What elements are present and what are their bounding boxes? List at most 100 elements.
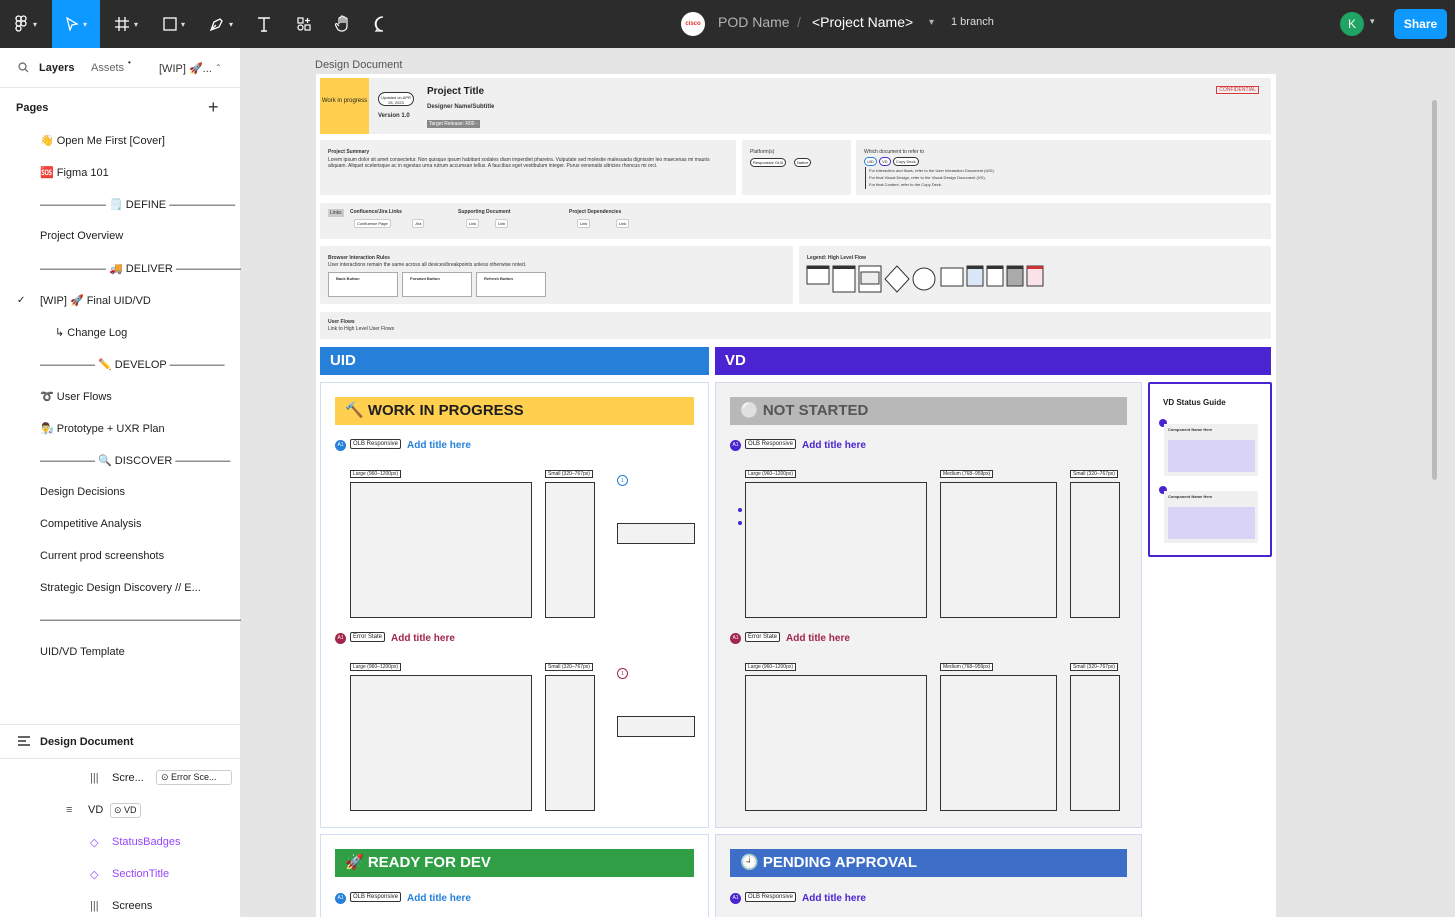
dependency-link[interactable]: Link [616, 219, 630, 228]
add-title-link[interactable]: Add title here [407, 893, 471, 904]
component-name: Component Name Here [1168, 427, 1213, 432]
large-screen-frame[interactable] [745, 482, 927, 618]
layer-status-badges[interactable]: StatusBadges [112, 836, 181, 848]
comment-icon [374, 16, 384, 32]
rule-card: Back Button [328, 272, 398, 297]
pen-icon [209, 18, 223, 32]
layer-design-document[interactable]: Design Document [40, 736, 134, 748]
page-item[interactable]: 🆘 Figma 101 [40, 166, 109, 179]
figma-menu-button[interactable]: ▾ [0, 0, 52, 48]
project-summary-card: Project Summary Lorem ipsum dolor sit am… [320, 140, 736, 195]
error-tag: Error State [350, 632, 386, 642]
frame-tool-button[interactable]: ▾ [108, 0, 144, 48]
text-tool-button[interactable] [250, 0, 278, 48]
current-page-dropdown[interactable]: [WIP] 🚀... [159, 62, 212, 75]
canvas[interactable]: Design Document Work in progress Updated… [241, 48, 1455, 917]
page-item[interactable]: [WIP] 🚀 Final UID/VD [40, 294, 151, 307]
shape-tool-button[interactable]: ▾ [156, 0, 192, 48]
page-item[interactable]: ————— 🔍 DISCOVER ————— [40, 454, 230, 467]
frame-icon [114, 17, 129, 31]
page-item[interactable]: Competitive Analysis [40, 518, 142, 530]
page-item[interactable]: UID/VD Template [40, 646, 125, 658]
legend-heading: Legend: High Level Flow [807, 255, 866, 261]
page-item[interactable]: Project Overview [40, 230, 123, 242]
share-button[interactable]: Share [1394, 9, 1447, 39]
confluence-link[interactable]: Confluence Page [354, 219, 391, 228]
annotation-dot [738, 508, 742, 512]
medium-screen-frame[interactable] [940, 675, 1057, 811]
move-tool-button[interactable]: ▾ [52, 0, 100, 48]
add-title-link[interactable]: Add title here [786, 633, 850, 644]
resources-tool-button[interactable] [290, 0, 318, 48]
small-screen-frame[interactable] [545, 482, 595, 618]
add-title-link[interactable]: Add title here [802, 440, 866, 451]
layer-variant-tag[interactable]: ⊙ VD [110, 803, 141, 818]
tab-layers[interactable]: Layers [39, 62, 74, 74]
project-name[interactable]: <Project Name> [812, 14, 913, 30]
page-item[interactable]: —————— 🗒️ DEFINE —————— [40, 198, 235, 211]
layer-section-title[interactable]: SectionTitle [112, 868, 169, 880]
pending-status-badge: 🕘 PENDING APPROVAL [730, 849, 1127, 877]
page-item[interactable]: ————— ✏️ DEVELOP ————— [40, 358, 225, 371]
supporting-heading: Supporting Document [458, 209, 511, 215]
design-document-frame[interactable]: Work in progress Updated on APR 25, 2023… [316, 74, 1276, 917]
layer-screens[interactable]: Screens [112, 900, 152, 912]
hand-tool-button[interactable] [329, 0, 357, 48]
which-document-card: Which document to refer to UID VD Copy D… [856, 140, 1271, 195]
chevron-down-icon[interactable]: ▾ [929, 17, 934, 28]
columns-icon: ||| [90, 900, 99, 912]
pen-tool-button[interactable]: ▾ [203, 0, 239, 48]
pod-name[interactable]: POD Name [718, 14, 790, 30]
page-item[interactable]: Design Decisions [40, 486, 125, 498]
user-flows-link[interactable]: Link to High Level User Flows [328, 326, 394, 332]
layer-variant-tag[interactable]: ⊙ Error Sce... [156, 770, 232, 785]
branch-label[interactable]: 1 branch [951, 16, 994, 28]
which-doc-line: For Interaction and flows, refer to the … [869, 168, 995, 173]
platforms-card: Platform(s) Responsive OLB Native [742, 140, 851, 195]
supporting-link[interactable]: Link [495, 219, 509, 228]
links-label: Links [328, 209, 344, 217]
add-title-link[interactable]: Add title here [802, 893, 866, 904]
which-doc-line: For final Content, refer to the Copy Dec… [869, 182, 942, 187]
layer-screens-instance[interactable]: Scre... [112, 772, 144, 784]
add-title-link[interactable]: Add title here [407, 440, 471, 451]
figma-logo-icon [15, 15, 27, 32]
olb-tag: OLB Responsive [745, 439, 797, 449]
page-item[interactable]: 👨‍🔬 Prototype + UXR Plan [40, 422, 165, 435]
dependency-link[interactable]: Link [577, 219, 591, 228]
search-icon[interactable] [18, 62, 29, 73]
uid-section-title: UID [320, 347, 709, 375]
avatar[interactable]: K [1340, 12, 1364, 36]
chevron-up-icon[interactable]: ⌃ [215, 63, 222, 72]
page-item[interactable]: ↳ Change Log [55, 326, 127, 339]
small-label: Small (320–767px) [1070, 663, 1118, 671]
large-label: Large (960–1200px) [350, 470, 402, 478]
add-title-link[interactable]: Add title here [391, 633, 455, 644]
page-item[interactable]: Strategic Design Discovery // E... [40, 582, 201, 594]
supporting-link[interactable]: Link [466, 219, 480, 228]
layer-vd[interactable]: VD [88, 804, 103, 816]
page-item[interactable]: ➰ User Flows [40, 390, 112, 403]
tab-assets[interactable]: Assets [91, 62, 124, 74]
medium-screen-frame[interactable] [940, 482, 1057, 618]
jira-link[interactable]: Jira [412, 219, 425, 228]
small-label: Small (320–767px) [545, 663, 593, 671]
small-screen-frame[interactable] [1070, 675, 1120, 811]
olb-tag: OLB Responsive [745, 892, 797, 902]
page-item[interactable]: ——————————————————— [40, 614, 249, 626]
chevron-down-icon[interactable]: ▾ [1370, 16, 1375, 27]
large-screen-frame[interactable] [745, 675, 927, 811]
small-screen-frame[interactable] [545, 675, 595, 811]
large-screen-frame[interactable] [350, 482, 532, 618]
page-item[interactable]: —————— 🚚 DELIVER —————— [40, 262, 242, 275]
frame-label[interactable]: Design Document [315, 59, 402, 71]
page-item[interactable]: 👋 Open Me First [Cover] [40, 134, 165, 147]
team-logo[interactable]: cisco [681, 12, 705, 36]
vertical-scrollbar[interactable] [1432, 100, 1437, 480]
small-screen-frame[interactable] [1070, 482, 1120, 618]
comment-tool-button[interactable] [369, 0, 397, 48]
add-page-icon[interactable]: + [208, 97, 219, 118]
release-tag: Target Release: R00 - [427, 120, 480, 128]
large-screen-frame[interactable] [350, 675, 532, 811]
page-item[interactable]: Current prod screenshots [40, 550, 164, 562]
